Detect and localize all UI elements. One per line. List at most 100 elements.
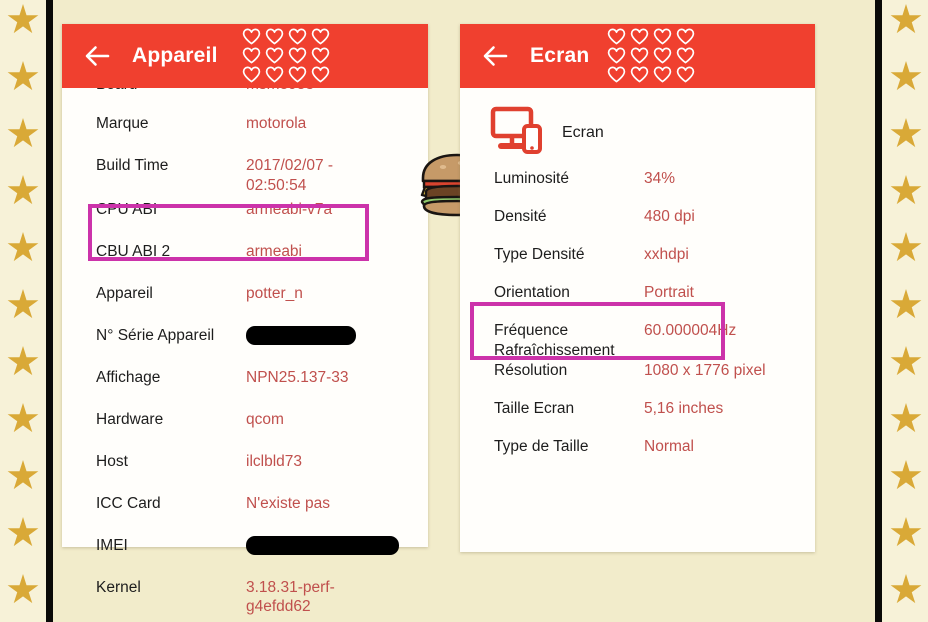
info-row-label: Luminosité (494, 170, 569, 187)
info-row[interactable]: Boardmsm8953 (62, 88, 428, 110)
back-arrow-icon[interactable] (476, 36, 516, 76)
ecran-section-header: Ecran (460, 88, 815, 169)
info-row[interactable]: IMEI (62, 532, 428, 574)
info-row[interactable]: Luminosité 34% (460, 169, 815, 207)
info-row-value: ilclbld73 (246, 452, 303, 470)
star-decoration (7, 118, 39, 148)
star-decoration (890, 175, 922, 205)
info-row-value: NPN25.137-33 (246, 368, 349, 386)
info-row-label: ICC Card (96, 494, 161, 512)
info-row-label: Affichage (96, 368, 161, 386)
border-rule-left (46, 0, 53, 622)
info-row-value: N'existe pas (246, 494, 330, 512)
info-row-label: Type Densité (494, 246, 585, 263)
star-decoration (7, 232, 39, 262)
info-row-value: motorola (246, 617, 306, 619)
info-row-label: Orientation (494, 284, 570, 301)
star-decoration (890, 118, 922, 148)
info-row[interactable]: CBU ABI 2 armeabi (62, 238, 428, 280)
info-row[interactable]: Type de Taille Normal (460, 437, 815, 475)
info-row[interactable]: Host ilclbld73 (62, 448, 428, 490)
star-decoration (890, 403, 922, 433)
info-row[interactable]: Marque motorola (62, 110, 428, 152)
heart-icon (309, 65, 332, 84)
info-row[interactable]: Fréquence Rafraîchissement 60.000004Hz (460, 321, 815, 361)
info-row[interactable]: Orientation Portrait (460, 283, 815, 321)
info-row[interactable]: Appareil potter_n (62, 280, 428, 322)
info-row-value: Normal (644, 437, 694, 455)
star-decoration (890, 460, 922, 490)
info-row-label: Appareil (96, 284, 153, 302)
back-arrow-icon[interactable] (78, 36, 118, 76)
heart-icon (628, 27, 651, 46)
info-row-label: Hardware (96, 410, 164, 428)
info-row[interactable]: Hardware qcom (62, 406, 428, 448)
ecran-section-label: Ecran (562, 123, 604, 141)
info-row-value (246, 536, 399, 556)
heart-icon (309, 27, 332, 46)
heart-icon (674, 27, 697, 46)
star-decoration (7, 289, 39, 319)
heart-icon (286, 27, 309, 46)
appareil-title: Appareil (132, 44, 218, 67)
info-row-label: CBU ABI 2 (96, 242, 171, 260)
info-row[interactable]: Kernel 3.18.31-perf-g4efdd62 (62, 574, 428, 618)
info-row[interactable]: Type Densité xxhdpi (460, 245, 815, 283)
star-decoration (7, 460, 39, 490)
heart-icon (263, 27, 286, 46)
heart-icon (309, 46, 332, 65)
heart-icon (286, 65, 309, 84)
info-row[interactable]: N° Série Appareil (62, 322, 428, 364)
star-decoration (890, 4, 922, 34)
redacted-value-bar (246, 536, 399, 556)
info-row[interactable]: Affichage NPN25.137-33 (62, 364, 428, 406)
appareil-info-list: Boardmsm8953 Marque motorola Build Time 2017… (62, 88, 428, 622)
info-row-value: msm8953 (246, 88, 314, 95)
star-decoration (7, 4, 39, 34)
screenshot-stage: Appareil Boardmsm8953 Marque motorola Build… (0, 0, 928, 622)
info-row-value: 2017/02/07 - 02:50:54 (246, 157, 334, 194)
info-row-value: 60.000004Hz (644, 322, 737, 339)
info-row-label: Marque (96, 115, 149, 132)
info-row-label: Densité (494, 208, 547, 225)
heart-pattern-decoration (605, 27, 697, 84)
ecran-screenshot-card: Ecran Ecran Luminosité 34% Densité 480 dpi T… (460, 24, 815, 552)
info-row-value: armeabi-v7a (246, 200, 333, 218)
info-row[interactable]: Build Time 2017/02/07 - 02:50:54 (62, 152, 428, 196)
info-row-value: armeabi (246, 242, 302, 260)
ecran-info-list: Luminosité 34% Densité 480 dpi Type Densité x… (460, 169, 815, 475)
ecran-title: Ecran (530, 44, 590, 67)
info-row-value: 480 dpi (644, 208, 695, 225)
ecran-appbar: Ecran (460, 24, 815, 88)
heart-pattern-decoration (240, 27, 332, 84)
info-row-value: motorola (246, 115, 307, 132)
heart-icon (628, 46, 651, 65)
heart-icon (651, 46, 674, 65)
star-decoration (890, 232, 922, 262)
info-row-value: potter_n (246, 284, 303, 302)
info-row[interactable]: ICC Card N'existe pas (62, 490, 428, 532)
info-row-value: 3.18.31-perf-g4efdd62 (246, 578, 335, 616)
info-row[interactable]: Constructeurmotorola (62, 617, 428, 622)
info-row-label: N° Série Appareil (96, 326, 215, 344)
heart-icon (674, 46, 697, 65)
info-row-value: 5,16 inches (644, 399, 724, 417)
star-decoration (890, 574, 922, 604)
info-row-label: Type de Taille (494, 437, 589, 455)
star-decoration (890, 289, 922, 319)
star-decoration (890, 346, 922, 376)
info-row[interactable]: Densité 480 dpi (460, 207, 815, 245)
star-decoration (7, 346, 39, 376)
heart-icon (628, 65, 651, 84)
info-row[interactable]: CPU ABI armeabi-v7a (62, 196, 428, 238)
decorative-star-border-left (0, 0, 46, 622)
info-row-value: xxhdpi (644, 246, 689, 263)
info-row-value (246, 326, 356, 346)
info-row[interactable]: Résolution 1080 x 1776 pixel (460, 361, 815, 399)
heart-icon (651, 65, 674, 84)
info-row-value: qcom (246, 410, 284, 428)
info-row[interactable]: Taille Ecran 5,16 inches (460, 399, 815, 437)
info-row-label: Kernel (96, 578, 141, 596)
redacted-value-bar (246, 326, 356, 346)
heart-icon (674, 65, 697, 84)
